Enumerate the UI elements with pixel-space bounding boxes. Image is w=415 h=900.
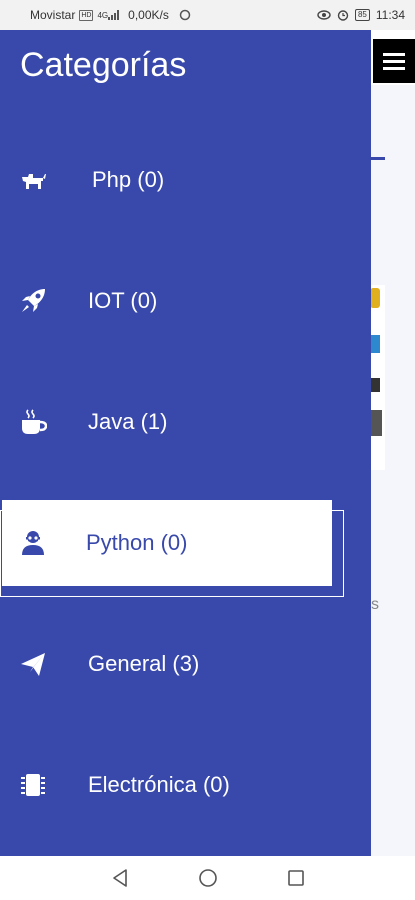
background-partial-text: s (371, 596, 379, 613)
category-item-java[interactable]: Java (1) (0, 377, 371, 467)
category-item-general[interactable]: General (3) (0, 619, 371, 709)
battery-icon: 85 (354, 9, 370, 21)
hamburger-menu-button[interactable] (373, 39, 415, 83)
status-left: Movistar HD 4G 0,00K/s (30, 8, 191, 22)
category-item-electronica[interactable]: Electrónica (0) (0, 740, 371, 830)
thumbnail-image (370, 288, 380, 308)
categories-drawer: Categorías Php (0) IOT (0) Java (1) Pyth… (0, 30, 371, 856)
home-icon[interactable] (196, 866, 220, 890)
carrier-name: Movistar (30, 8, 76, 22)
category-label: Php (0) (92, 167, 165, 192)
system-navigation-bar (0, 856, 415, 900)
user-secret-icon (19, 529, 47, 557)
sync-icon (179, 9, 191, 21)
category-item-php[interactable]: Php (0) (0, 135, 371, 225)
thumbnail-image (370, 378, 380, 392)
battery-level: 85 (354, 9, 370, 21)
category-label: Java (1) (88, 409, 168, 434)
back-icon[interactable] (108, 866, 132, 890)
category-item-iot[interactable]: IOT (0) (0, 256, 371, 346)
clock: 11:34 (375, 8, 405, 22)
tab-indicator (370, 157, 385, 160)
menu-bar-line (383, 59, 405, 63)
hd-badge: HD (79, 9, 94, 21)
category-label: General (3) (88, 651, 200, 676)
status-bar: Movistar HD 4G 0,00K/s 85 11:34 (0, 0, 415, 30)
chip-icon (19, 771, 47, 799)
category-label: Python (0) (86, 530, 188, 555)
thumbnail-image (370, 335, 380, 353)
paper-plane-icon (19, 650, 47, 678)
eye-icon (317, 10, 331, 20)
category-label: IOT (0) (88, 288, 158, 313)
signal-label: 4G (97, 10, 109, 20)
drawer-title: Categorías (20, 46, 187, 84)
menu-bar-line (383, 66, 405, 70)
coffee-icon (19, 408, 47, 436)
recents-icon[interactable] (284, 866, 308, 890)
signal-icon: 4G (97, 10, 120, 20)
category-item-python[interactable]: Python (0) (2, 500, 332, 586)
rocket-icon (19, 287, 47, 315)
category-label: Electrónica (0) (88, 772, 230, 797)
dog-icon (19, 166, 47, 194)
status-right: 85 11:34 (317, 8, 405, 22)
menu-bar-line (383, 52, 405, 56)
network-speed: 0,00K/s (128, 8, 169, 22)
alarm-icon (337, 9, 349, 21)
thumbnail-image (370, 410, 382, 436)
